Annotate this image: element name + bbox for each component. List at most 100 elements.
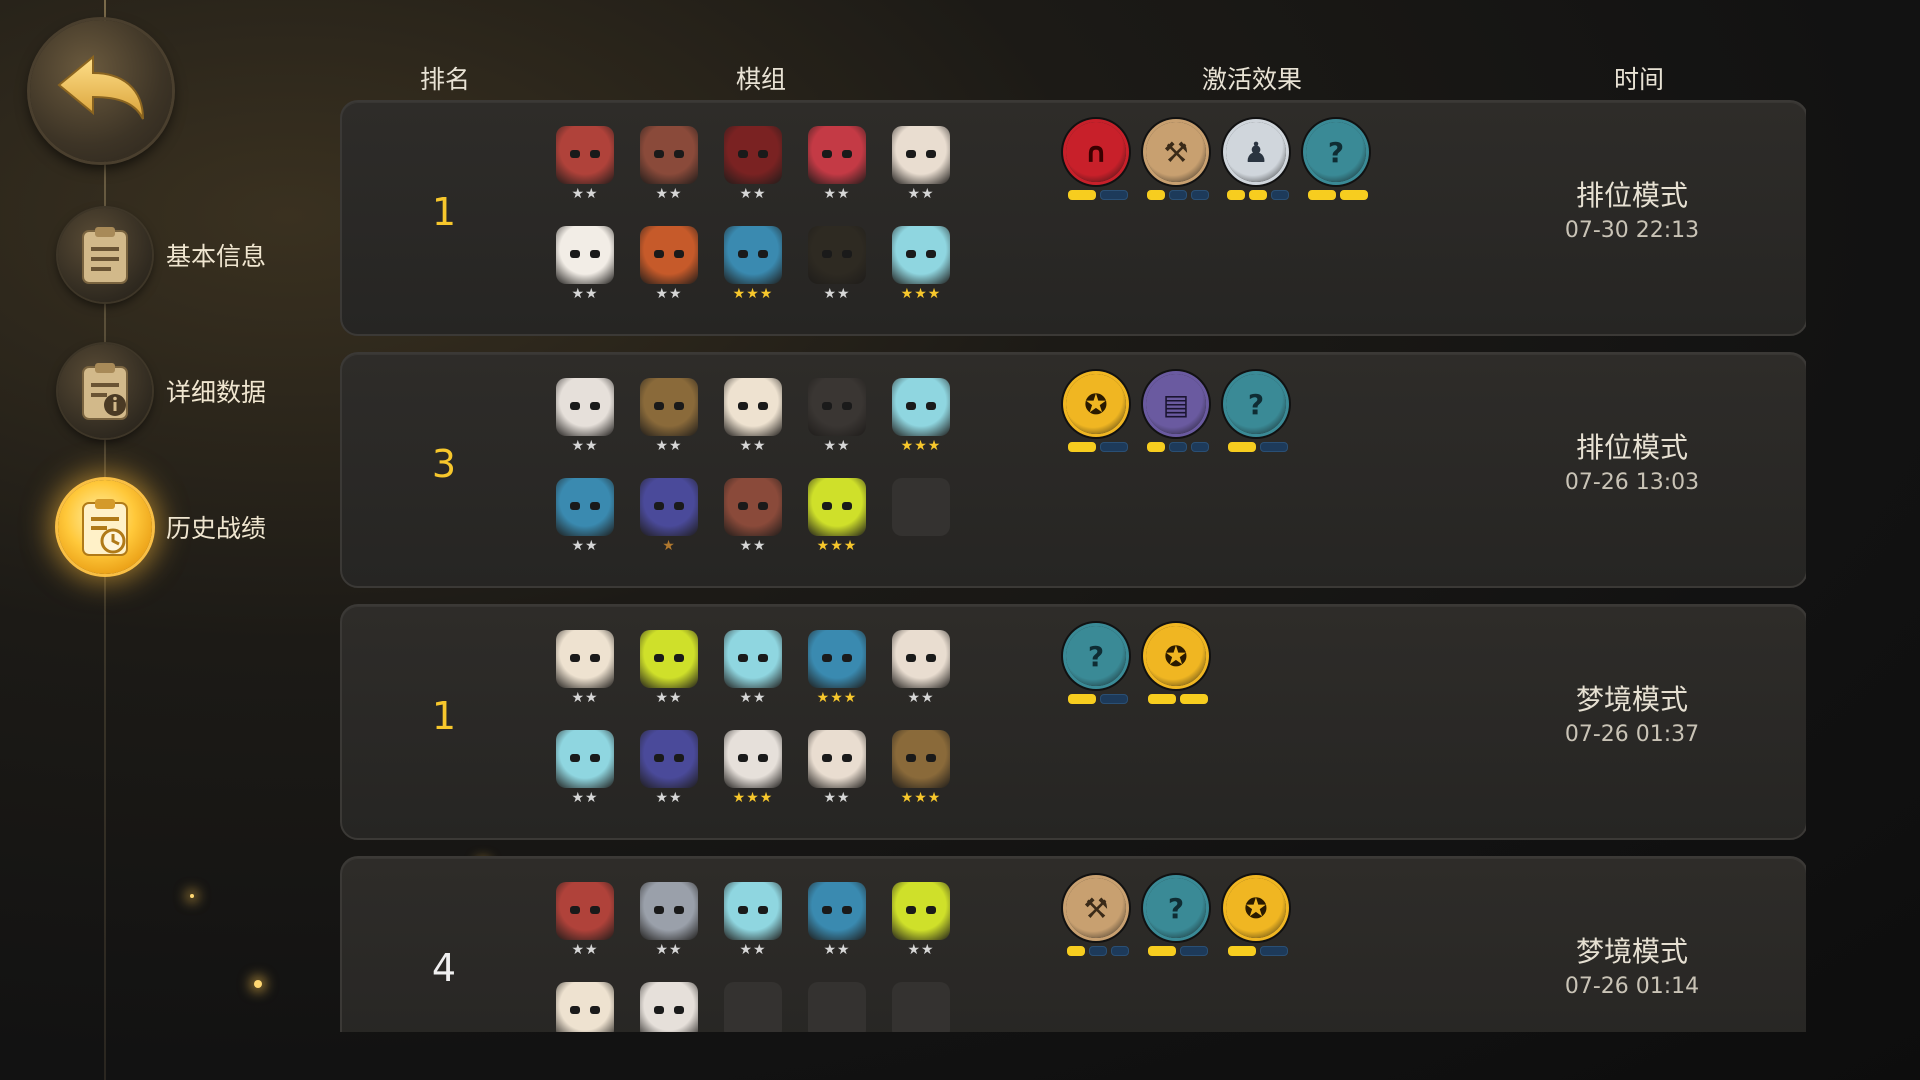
unit-slot[interactable]: ★★ <box>722 630 784 726</box>
match-row[interactable]: 3 ★★ ★★ ★★ ★★ ★★★ ★★ ★ ★★ ★★★ ✪ ▤? 排位模式 07-26 13:03 <box>340 352 1806 588</box>
unit-slot[interactable]: ★★★ <box>806 478 868 574</box>
axe-icon: ⚒ <box>1146 122 1206 182</box>
unit-portrait <box>892 126 950 184</box>
trait-level-pip <box>1249 190 1267 200</box>
trait-badge[interactable]: ∩ <box>1066 122 1130 212</box>
unit-stars: ★★ <box>655 942 683 958</box>
unit-portrait <box>556 882 614 940</box>
trait-level-pip <box>1147 190 1165 200</box>
unit-slot[interactable]: ★★ <box>554 882 616 978</box>
unit-portrait <box>640 478 698 536</box>
unit-slot[interactable]: ★★ <box>722 126 784 222</box>
unit-slot[interactable]: ★★ <box>806 378 868 474</box>
rank-value: 1 <box>431 190 457 234</box>
unit-stars: ★★ <box>571 690 599 706</box>
unit-slot[interactable]: ★★★ <box>890 378 952 474</box>
unit-portrait <box>640 882 698 940</box>
unit-portrait <box>808 630 866 688</box>
unit-slot[interactable]: ★★ <box>806 226 868 322</box>
unit-slot[interactable]: ★★ <box>722 478 784 574</box>
unit-slot[interactable]: ★★ <box>890 630 952 726</box>
swirl-icon: ? <box>1066 626 1126 686</box>
unit-slot[interactable]: ★★ <box>554 378 616 474</box>
unit-slot[interactable]: ★★ <box>638 378 700 474</box>
trait-level-pip <box>1068 694 1096 704</box>
unit-slot[interactable]: ★ <box>638 478 700 574</box>
unit-portrait <box>556 126 614 184</box>
trait-level-pip <box>1260 946 1288 956</box>
unit-slot[interactable]: ★★ <box>806 882 868 978</box>
unit-portrait <box>556 730 614 788</box>
unit-stars: ★★ <box>571 790 599 806</box>
unit-slot[interactable]: ★★★ <box>722 226 784 322</box>
unit-portrait <box>808 882 866 940</box>
sparkle <box>190 894 194 898</box>
unit-slot[interactable]: ★★★ <box>806 630 868 726</box>
unit-slot[interactable]: ★★★ <box>890 226 952 322</box>
unit-slot[interactable]: ★★ <box>638 630 700 726</box>
unit-slot[interactable]: ★★ <box>722 378 784 474</box>
unit-slot[interactable]: ★★ <box>806 126 868 222</box>
keyhole-icon: ✪ <box>1066 374 1126 434</box>
unit-slot[interactable]: ★★ <box>554 226 616 322</box>
trait-badge[interactable]: ✪ <box>1066 374 1130 464</box>
unit-slot[interactable]: ★★ <box>638 730 700 826</box>
back-button[interactable] <box>30 20 172 162</box>
unit-slot[interactable]: ★★ <box>806 730 868 826</box>
unit-slot[interactable]: ★★★ <box>890 730 952 826</box>
unit-portrait <box>724 126 782 184</box>
match-row[interactable]: 1 ★★ ★★ ★★ ★★ ★★ ★★ ★★ ★★★ ★★ ★★★ ∩ ⚒ ♟? 排位模式 07-30 22:… <box>340 100 1806 336</box>
trait-badge[interactable]: ✪ <box>1226 878 1290 968</box>
unit-stars: ★★★ <box>900 438 942 454</box>
unit-portrait <box>640 378 698 436</box>
unit-slot[interactable] <box>554 982 616 1032</box>
unit-stars: ★★ <box>907 942 935 958</box>
trait-badge[interactable]: ? <box>1146 878 1210 968</box>
trait-level-pip <box>1228 946 1256 956</box>
trait-badge[interactable]: ? <box>1226 374 1290 464</box>
unit-slot <box>722 982 784 1032</box>
match-row[interactable]: 1 ★★ ★★ ★★ ★★★ ★★ ★★ ★★ ★★★ ★★ ★★★? ✪ 梦境模式 07-26 01:3… <box>340 604 1806 840</box>
unit-slot[interactable] <box>638 982 700 1032</box>
unit-stars: ★★ <box>655 690 683 706</box>
nav-item-detailed-data[interactable]: 详细数据 <box>58 344 266 438</box>
swirl-icon: ? <box>1306 122 1366 182</box>
unit-slot[interactable]: ★★ <box>554 478 616 574</box>
game-mode: 排位模式 <box>1575 179 1688 212</box>
trait-badge[interactable]: ? <box>1066 626 1130 716</box>
nav-item-match-history[interactable]: 历史战绩 <box>58 480 266 574</box>
unit-slot[interactable]: ★★ <box>554 126 616 222</box>
trait-badge[interactable]: ? <box>1306 122 1370 212</box>
match-history-list[interactable]: 1 ★★ ★★ ★★ ★★ ★★ ★★ ★★ ★★★ ★★ ★★★ ∩ ⚒ ♟? 排位模式 07-30 22:… <box>340 100 1806 1032</box>
trait-badge[interactable]: ✪ <box>1146 626 1210 716</box>
trait-badge[interactable]: ▤ <box>1146 374 1210 464</box>
match-row[interactable]: 4 ★★ ★★ ★★ ★★ ★★ ⚒? ✪ 梦境模式 07-26 01:14 <box>340 856 1806 1032</box>
unit-slot[interactable]: ★★ <box>890 882 952 978</box>
unit-slot[interactable]: ★★ <box>638 126 700 222</box>
unit-slot[interactable]: ★★ <box>722 882 784 978</box>
trait-badge[interactable]: ♟ <box>1226 122 1290 212</box>
unit-portrait <box>808 478 866 536</box>
rank-value: 1 <box>431 694 457 738</box>
unit-stars: ★★ <box>739 690 767 706</box>
trait-level-pip <box>1191 442 1209 452</box>
trait-level-pip <box>1147 442 1165 452</box>
nav-item-basic-info[interactable]: 基本信息 <box>58 208 266 302</box>
trait-level-pip <box>1260 442 1288 452</box>
unit-slot[interactable]: ★★ <box>554 730 616 826</box>
trait-badge[interactable]: ⚒ <box>1066 878 1130 968</box>
trait-level-pip <box>1068 442 1096 452</box>
unit-slot <box>890 982 952 1032</box>
trait-badge[interactable]: ⚒ <box>1146 122 1210 212</box>
unit-slot[interactable]: ★★ <box>638 882 700 978</box>
unit-slot[interactable]: ★★★ <box>722 730 784 826</box>
game-mode: 排位模式 <box>1575 431 1688 464</box>
trait-level-pip <box>1227 190 1245 200</box>
unit-slot[interactable]: ★★ <box>638 226 700 322</box>
unit-slot[interactable]: ★★ <box>554 630 616 726</box>
trait-level-pip <box>1148 694 1176 704</box>
unit-slot[interactable]: ★★ <box>890 126 952 222</box>
axe-icon: ⚒ <box>1066 878 1126 938</box>
trait-level-pip <box>1191 190 1209 200</box>
rank-value: 3 <box>431 442 457 486</box>
